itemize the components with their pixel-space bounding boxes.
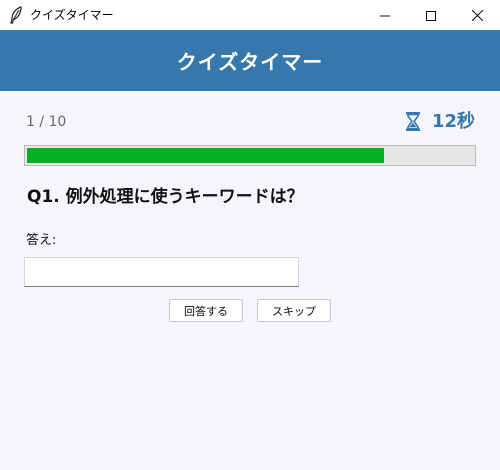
- timer: 12秒: [405, 111, 475, 132]
- maximize-icon: [426, 6, 436, 25]
- header-title: クイズタイマー: [176, 50, 324, 74]
- minimize-icon: [380, 6, 390, 25]
- app-header: クイズタイマー: [0, 30, 500, 91]
- window-title: クイズタイマー: [30, 8, 114, 22]
- window-titlebar: クイズタイマー: [0, 0, 500, 30]
- feather-icon: [9, 6, 23, 24]
- maximize-button[interactable]: [408, 0, 454, 30]
- answer-input[interactable]: [24, 257, 299, 287]
- skip-button[interactable]: スキップ: [257, 299, 331, 322]
- hourglass-icon: [405, 111, 421, 132]
- time-progress-bar: [24, 145, 476, 166]
- close-button[interactable]: [454, 0, 500, 30]
- question-text: Q1. 例外処理に使うキーワードは？: [27, 187, 304, 207]
- close-icon: [471, 6, 483, 25]
- timer-value: 12秒: [432, 110, 476, 132]
- question-progress-text: 1 / 10: [26, 114, 67, 130]
- submit-answer-button[interactable]: 回答する: [169, 299, 243, 322]
- minimize-button[interactable]: [362, 0, 408, 30]
- time-progress-fill: [27, 148, 384, 163]
- answer-label: 答え:: [26, 233, 57, 248]
